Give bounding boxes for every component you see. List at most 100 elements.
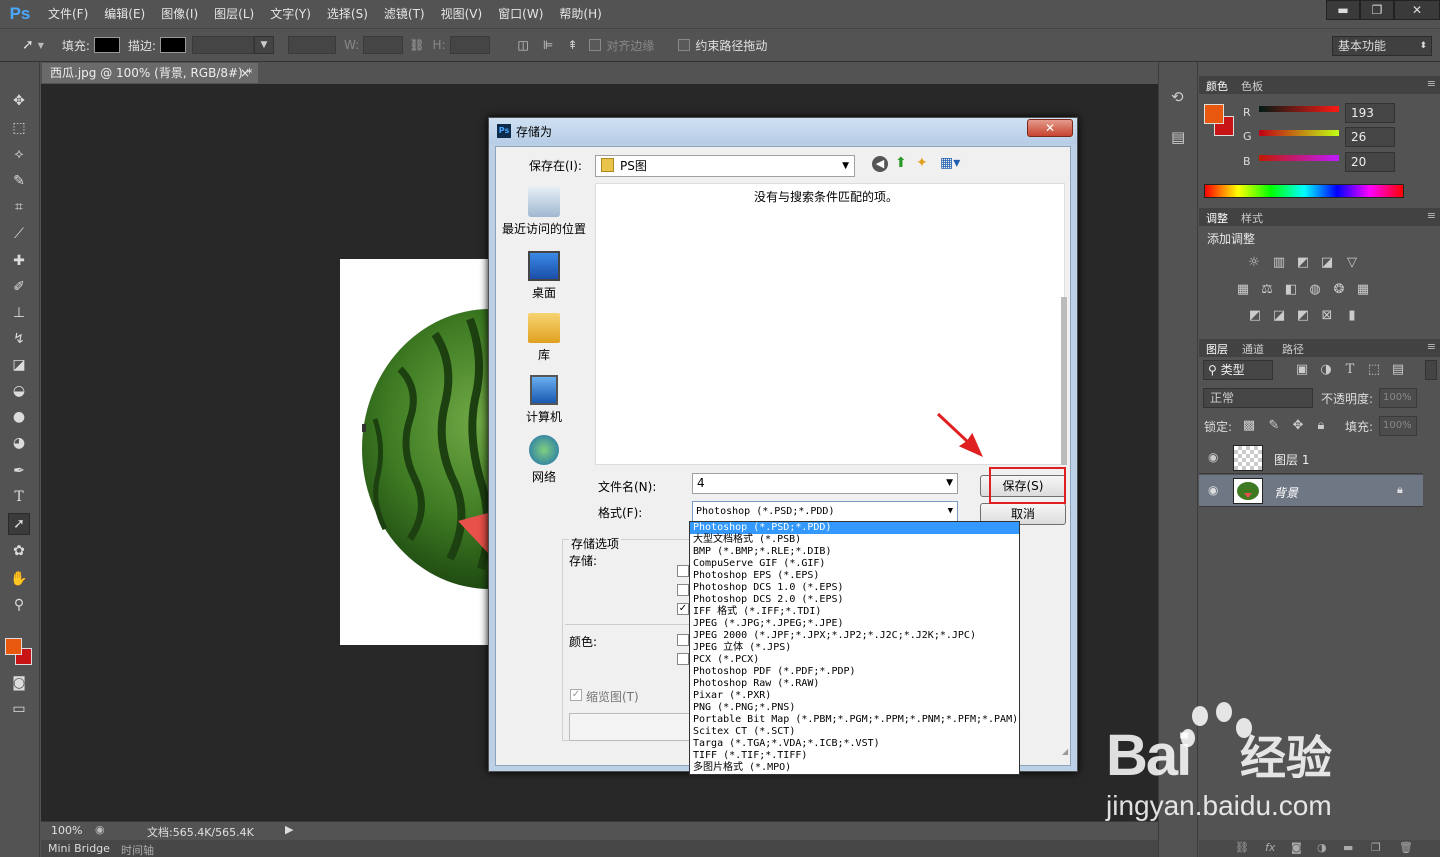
menu-select[interactable]: 选择(S): [319, 0, 376, 28]
add-mask-icon[interactable]: ◙: [1291, 841, 1302, 854]
blend-mode-select[interactable]: 正常: [1203, 388, 1313, 408]
clone-stamp-tool-icon[interactable]: ⊥: [8, 302, 30, 324]
hand-tool-icon[interactable]: ✋: [8, 568, 30, 590]
quick-select-tool-icon[interactable]: ✎: [8, 170, 30, 192]
path-alignment-icon[interactable]: ⊫: [543, 38, 553, 52]
format-option[interactable]: JPEG 立体 (*.JPS): [690, 642, 1019, 654]
posterize-icon[interactable]: ◪: [1271, 309, 1287, 323]
format-option[interactable]: Pixar (*.PXR): [690, 690, 1019, 702]
blue-slider[interactable]: [1259, 155, 1339, 161]
tool-preset-dropdown-icon[interactable]: ▼: [38, 41, 44, 50]
layer-name[interactable]: 背景: [1274, 484, 1298, 501]
photo-filter-icon[interactable]: ◍: [1307, 283, 1323, 297]
format-select[interactable]: Photoshop (*.PSD;*.PDD) ▼: [692, 501, 958, 522]
color-fg-swatch[interactable]: [1204, 104, 1224, 124]
menu-file[interactable]: 文件(F): [40, 0, 96, 28]
format-option[interactable]: Portable Bit Map (*.PBM;*.PGM;*.PPM;*.PN…: [690, 714, 1019, 726]
format-option[interactable]: BMP (*.BMP;*.RLE;*.DIB): [690, 546, 1019, 558]
stroke-width-dropdown[interactable]: ▼: [253, 36, 274, 54]
tab-color[interactable]: 颜色: [1206, 78, 1228, 94]
path-arrangement-icon[interactable]: ⇞: [567, 38, 577, 52]
dialog-close-button[interactable]: ✕: [1027, 119, 1073, 137]
layer-filter-select[interactable]: ⚲ 类型: [1203, 360, 1273, 380]
filter-smart-object-icon[interactable]: ▤: [1390, 363, 1406, 377]
color-balance-icon[interactable]: ⚖: [1259, 283, 1275, 297]
path-select-tool-icon[interactable]: ➚: [22, 37, 34, 53]
document-tab[interactable]: 西瓜.jpg @ 100% (背景, RGB/8#) * ×: [42, 63, 258, 83]
place-computer[interactable]: 计算机: [496, 375, 592, 425]
threshold-icon[interactable]: ◩: [1295, 309, 1311, 323]
place-network[interactable]: 网络: [496, 435, 592, 485]
filename-input[interactable]: 4 ▼: [692, 473, 958, 494]
screen-mode-icon[interactable]: ▭: [8, 698, 30, 720]
menu-edit[interactable]: 编辑(E): [96, 0, 153, 28]
opacity-field[interactable]: 100%: [1379, 388, 1417, 408]
format-option[interactable]: PNG (*.PNG;*.PNS): [690, 702, 1019, 714]
zoom-tool-icon[interactable]: ⚲: [8, 594, 30, 616]
color-lookup-icon[interactable]: ▦: [1355, 283, 1371, 297]
menu-type[interactable]: 文字(Y): [262, 0, 319, 28]
status-arrow-icon[interactable]: ▶: [285, 823, 293, 836]
path-operations-icon[interactable]: ◫: [518, 38, 529, 52]
menu-window[interactable]: 窗口(W): [490, 0, 551, 28]
chevron-down-icon[interactable]: ▼: [946, 474, 953, 493]
lock-transparency-icon[interactable]: ▩: [1241, 419, 1257, 433]
format-option[interactable]: 多图片格式 (*.MPO): [690, 762, 1019, 774]
place-recent[interactable]: 最近访问的位置: [496, 187, 592, 237]
format-option[interactable]: Photoshop DCS 2.0 (*.EPS): [690, 594, 1019, 606]
color-option-checkbox[interactable]: [677, 634, 689, 646]
marquee-tool-icon[interactable]: ⬚: [8, 117, 30, 139]
path-selection-tool-icon[interactable]: ➚: [8, 513, 30, 535]
stroke-type-field[interactable]: [287, 36, 336, 54]
green-value-field[interactable]: 26: [1345, 127, 1395, 147]
exposure-icon[interactable]: ◪: [1319, 256, 1335, 270]
adjustments-panel-menu-icon[interactable]: ≡: [1427, 209, 1436, 222]
zoom-level[interactable]: 100%: [51, 824, 82, 837]
dialog-titlebar[interactable]: Ps 存储为 ✕: [489, 118, 1077, 144]
layer-row[interactable]: ◉ 背景 🔒︎: [1199, 475, 1423, 507]
properties-panel-icon[interactable]: ▤: [1171, 128, 1185, 146]
color-option-checkbox[interactable]: [677, 653, 689, 665]
selective-color-icon[interactable]: ⊠: [1319, 309, 1335, 323]
color-panel-menu-icon[interactable]: ≡: [1427, 77, 1436, 90]
format-option[interactable]: PCX (*.PCX): [690, 654, 1019, 666]
hue-saturation-icon[interactable]: ▦: [1235, 283, 1251, 297]
menu-help[interactable]: 帮助(H): [551, 0, 609, 28]
brush-tool-icon[interactable]: ✐: [8, 276, 30, 298]
history-brush-tool-icon[interactable]: ↯: [8, 328, 30, 350]
lasso-tool-icon[interactable]: ⟡: [8, 143, 30, 165]
new-folder-icon[interactable]: ✦: [916, 155, 928, 171]
layers-panel-menu-icon[interactable]: ≡: [1427, 340, 1436, 353]
eraser-tool-icon[interactable]: ◪: [8, 354, 30, 376]
format-option[interactable]: Targa (*.TGA;*.VDA;*.ICB;*.VST): [690, 738, 1019, 750]
format-option[interactable]: JPEG 2000 (*.JPF;*.JPX;*.JP2;*.J2C;*.J2K…: [690, 630, 1019, 642]
format-option[interactable]: Photoshop DCS 1.0 (*.EPS): [690, 582, 1019, 594]
tab-layers[interactable]: 图层: [1206, 341, 1228, 357]
tab-channels[interactable]: 通道: [1242, 341, 1264, 357]
tab-paths[interactable]: 路径: [1282, 341, 1304, 357]
red-value-field[interactable]: 193: [1345, 103, 1395, 123]
format-option[interactable]: Photoshop PDF (*.PDF;*.PDP): [690, 666, 1019, 678]
healing-brush-tool-icon[interactable]: ✚: [8, 250, 30, 272]
minimize-button[interactable]: ▬: [1326, 0, 1360, 20]
visibility-eye-icon[interactable]: ◉: [1208, 483, 1218, 497]
layer-style-icon[interactable]: fx: [1265, 841, 1275, 854]
back-icon[interactable]: ◀: [872, 156, 888, 172]
levels-icon[interactable]: ▥: [1271, 256, 1287, 270]
storage-option-checkbox[interactable]: [677, 584, 689, 596]
filter-shape-icon[interactable]: ⬚: [1366, 363, 1382, 377]
curves-icon[interactable]: ◩: [1295, 256, 1311, 270]
menu-view[interactable]: 视图(V): [433, 0, 491, 28]
tab-swatches[interactable]: 色板: [1241, 78, 1263, 94]
layer-name[interactable]: 图层 1: [1274, 451, 1309, 468]
constrain-path-checkbox[interactable]: [678, 39, 691, 51]
history-panel-icon[interactable]: ⟲: [1171, 88, 1184, 106]
lock-all-icon[interactable]: 🔒︎: [1313, 419, 1329, 433]
view-menu-icon[interactable]: ▦▾: [940, 155, 960, 171]
storage-option-checkbox[interactable]: [677, 565, 689, 577]
place-library[interactable]: 库: [496, 313, 592, 363]
black-white-icon[interactable]: ◧: [1283, 283, 1299, 297]
thumbnail-checkbox[interactable]: ✓: [570, 689, 582, 701]
adjustment-layer-icon[interactable]: ◑: [1317, 841, 1327, 854]
red-slider[interactable]: [1259, 106, 1339, 112]
